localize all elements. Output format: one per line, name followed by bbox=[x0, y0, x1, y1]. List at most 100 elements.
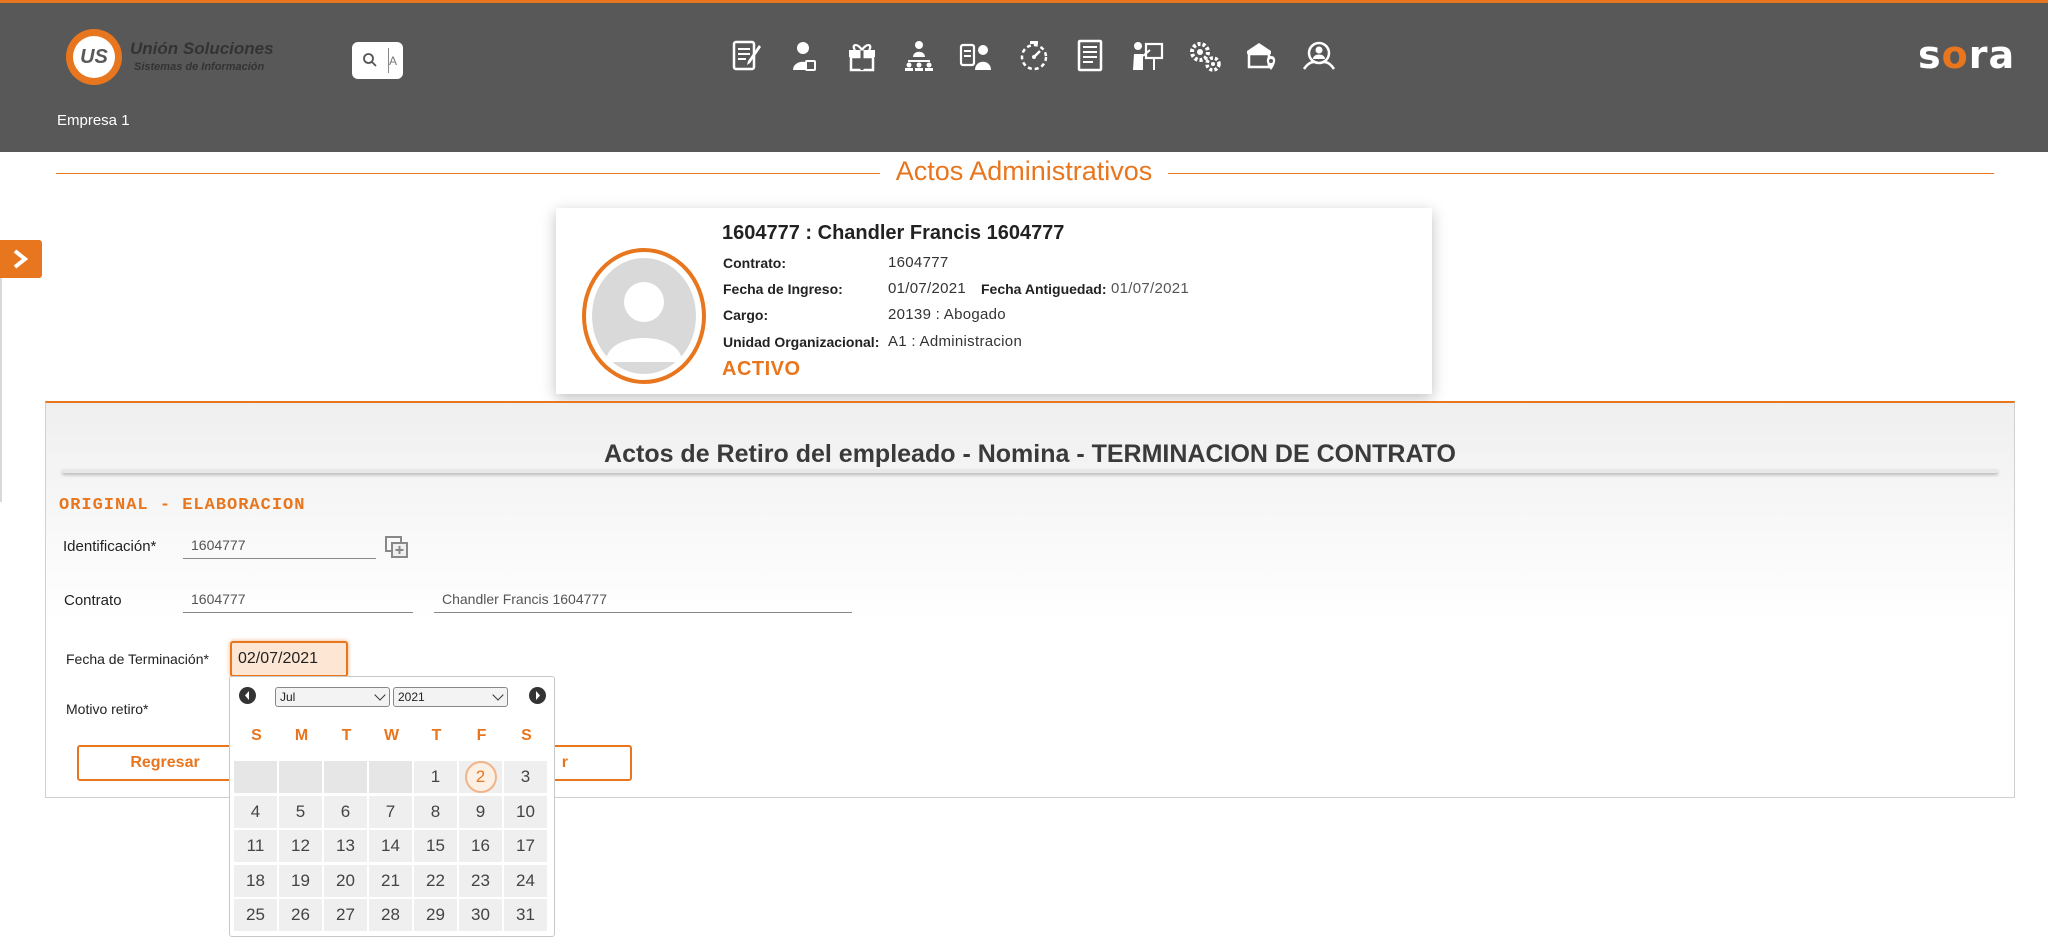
datepicker-next-button[interactable] bbox=[529, 687, 546, 704]
day-cell[interactable]: 8 bbox=[414, 795, 457, 828]
form-title: Actos de Retiro del empleado - Nomina - … bbox=[604, 440, 1456, 468]
form-title-divider bbox=[62, 469, 1998, 473]
chevron-right-icon bbox=[13, 249, 29, 269]
cargo-label: Cargo: bbox=[723, 307, 769, 323]
fecha-terminacion-field[interactable] bbox=[230, 641, 348, 677]
employee-name: 1604777 : Chandler Francis 1604777 bbox=[722, 222, 1065, 244]
year-select-value: 2021 bbox=[398, 690, 425, 704]
side-drawer-edge bbox=[0, 240, 2, 502]
datepicker-prev-button[interactable] bbox=[239, 687, 256, 704]
weekday-label: T bbox=[431, 727, 442, 744]
day-cell[interactable]: 13 bbox=[324, 830, 367, 862]
day-cell[interactable]: 21 bbox=[369, 864, 412, 897]
day-cell[interactable]: 4 bbox=[234, 795, 277, 828]
fecha-ingreso-value: 01/07/2021 bbox=[888, 280, 967, 297]
day-cell[interactable]: 22 bbox=[414, 864, 457, 897]
day-cell[interactable]: 20 bbox=[324, 864, 367, 897]
avatar bbox=[582, 248, 706, 384]
day-cell[interactable]: 5 bbox=[279, 795, 322, 828]
company-name: Empresa 1 bbox=[57, 112, 130, 129]
day-cell[interactable]: 9 bbox=[459, 795, 502, 828]
logo-badge-text: US bbox=[73, 36, 115, 78]
settings-gears-icon[interactable] bbox=[1186, 37, 1224, 75]
id-card-user-icon[interactable] bbox=[957, 37, 995, 75]
side-panel-toggle[interactable] bbox=[0, 240, 42, 278]
contrato-label: Contrato: bbox=[723, 255, 786, 271]
page-title: Actos Administrativos bbox=[895, 156, 1153, 186]
day-cell[interactable]: 11 bbox=[234, 830, 277, 862]
fecha-ingreso-label: Fecha de Ingreso: bbox=[723, 281, 843, 297]
identificacion-field[interactable] bbox=[183, 531, 376, 559]
regresar-button[interactable]: Regresar bbox=[77, 745, 253, 781]
title-divider-right bbox=[1168, 173, 1994, 174]
day-cell[interactable]: 28 bbox=[369, 899, 412, 931]
org-chart-icon[interactable] bbox=[900, 37, 938, 75]
employee-card: 1604777 : Chandler Francis 1604777 Contr… bbox=[556, 208, 1432, 394]
day-cell[interactable]: 24 bbox=[504, 864, 547, 897]
report-list-icon[interactable] bbox=[1071, 37, 1109, 75]
search-icon[interactable] bbox=[362, 52, 378, 68]
month-select-value: Jul bbox=[280, 690, 296, 704]
copy-icon[interactable] bbox=[384, 535, 410, 559]
day-cell[interactable]: 26 bbox=[279, 899, 322, 931]
unidad-value: A1 : Administracion bbox=[888, 333, 1023, 350]
weekday-label: W bbox=[383, 727, 400, 744]
empty-day-cell bbox=[279, 761, 322, 793]
timer-icon[interactable] bbox=[1014, 37, 1052, 75]
unidad-label: Unidad Organizacional: bbox=[723, 334, 880, 350]
day-cell[interactable]: 30 bbox=[459, 899, 502, 931]
contrato-name-field[interactable] bbox=[434, 585, 852, 613]
day-cell[interactable]: 6 bbox=[324, 795, 367, 828]
weekday-header: SMTWTFS bbox=[234, 727, 552, 749]
contrato-value: 1604777 bbox=[888, 254, 949, 271]
month-select[interactable]: Jul bbox=[275, 687, 390, 707]
day-cell[interactable]: 27 bbox=[324, 899, 367, 931]
day-cell[interactable]: 15 bbox=[414, 830, 457, 862]
empty-day-cell bbox=[324, 761, 367, 793]
logo-badge: US bbox=[66, 29, 122, 85]
day-cell[interactable]: 7 bbox=[369, 795, 412, 828]
search-box bbox=[352, 42, 403, 79]
year-select[interactable]: 2021 bbox=[393, 687, 508, 707]
document-edit-icon[interactable] bbox=[728, 37, 766, 75]
chevron-left-icon bbox=[245, 691, 249, 700]
day-cell[interactable]: 23 bbox=[459, 864, 502, 897]
employee-icon[interactable] bbox=[785, 37, 823, 75]
fecha-antiguedad-label: Fecha Antiguedad: bbox=[981, 281, 1107, 297]
chevron-right-icon bbox=[536, 691, 540, 700]
company-logo[interactable]: US Unión Soluciones Sistemas de Informac… bbox=[66, 29, 286, 87]
day-cell[interactable]: 31 bbox=[504, 899, 547, 931]
empty-day-cell bbox=[234, 761, 277, 793]
gift-icon[interactable] bbox=[843, 37, 881, 75]
selected-day-cell[interactable]: 2 bbox=[459, 761, 502, 793]
identificacion-label: Identificación* bbox=[63, 538, 157, 555]
logo-subtitle: Sistemas de Información bbox=[134, 61, 265, 73]
datepicker-popup: Jul 2021 SMTWTFS 1 2 3 4 5 6 7 8 9 10 11 12 13 14 15 16… bbox=[229, 676, 555, 937]
training-board-icon[interactable] bbox=[1129, 37, 1167, 75]
sora-brand-logo: sora bbox=[1918, 33, 2016, 77]
day-cell[interactable]: 17 bbox=[504, 830, 547, 862]
weekday-label: M bbox=[294, 727, 309, 744]
weekday-label: S bbox=[521, 727, 532, 744]
day-cell[interactable]: 16 bbox=[459, 830, 502, 862]
day-cell[interactable]: 25 bbox=[234, 899, 277, 931]
search-input[interactable] bbox=[388, 48, 400, 73]
contrato-field[interactable] bbox=[183, 585, 413, 613]
fecha-terminacion-label: Fecha de Terminación* bbox=[66, 651, 209, 667]
health-location-icon[interactable] bbox=[1243, 37, 1281, 75]
user-silhouette-icon bbox=[606, 282, 682, 362]
day-cell[interactable]: 29 bbox=[414, 899, 457, 931]
day-cell[interactable]: 18 bbox=[234, 864, 277, 897]
motivo-retiro-label: Motivo retiro* bbox=[66, 701, 149, 717]
day-cell[interactable]: 3 bbox=[504, 761, 547, 793]
weekday-label: F bbox=[476, 727, 487, 744]
day-cell[interactable]: 12 bbox=[279, 830, 322, 862]
weekday-label: T bbox=[341, 727, 352, 744]
empty-day-cell bbox=[369, 761, 412, 793]
day-cell[interactable]: 1 bbox=[414, 761, 457, 793]
day-cell[interactable]: 19 bbox=[279, 864, 322, 897]
user-search-icon[interactable] bbox=[1300, 37, 1338, 75]
day-cell[interactable]: 14 bbox=[369, 830, 412, 862]
status-badge: ACTIVO bbox=[722, 358, 801, 380]
day-cell[interactable]: 10 bbox=[504, 795, 547, 828]
